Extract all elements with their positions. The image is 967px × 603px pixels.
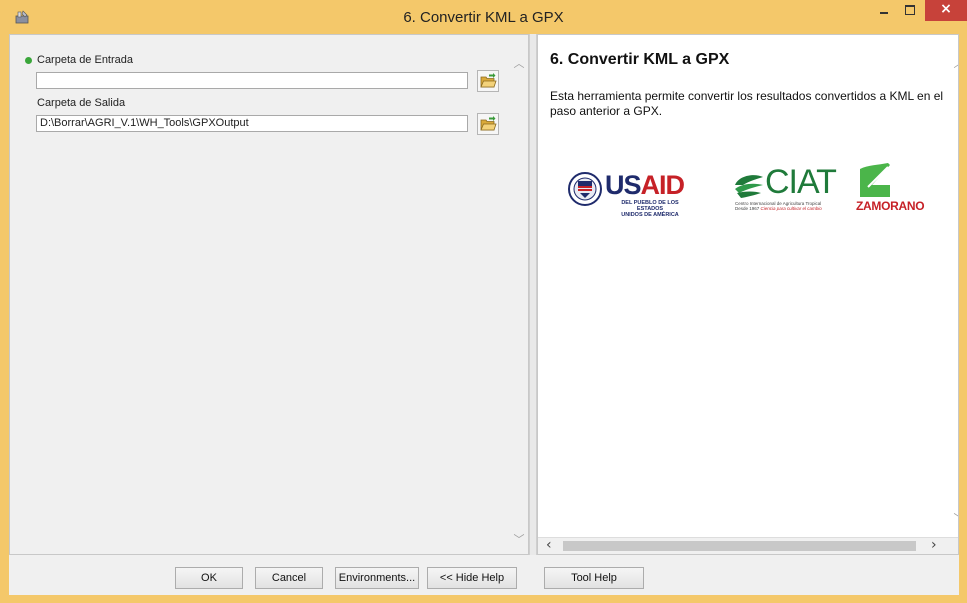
output-folder-label: Carpeta de Salida — [37, 97, 126, 109]
ciat-tagline: Centro Internacional de Agricultura Trop… — [735, 201, 845, 211]
usaid-logo: USAID DEL PUEBLO DE LOS ESTADOS UNIDOS D… — [568, 168, 718, 218]
help-scrollbar[interactable]: ︿ ﹀ — [954, 57, 959, 525]
ciat-tagline-motto: Ciencia para cultivar el cambio — [760, 206, 822, 211]
input-folder-label: Carpeta de Entrada — [37, 54, 134, 66]
ciat-wordmark: CIAT — [765, 163, 837, 201]
help-scroll-down-icon[interactable]: ﹀ — [950, 510, 959, 526]
required-indicator-icon — [25, 57, 32, 64]
output-folder-browse-button[interactable] — [477, 113, 499, 135]
dialog-window: 6. Convertir KML a GPX × Carpeta de Entr… — [0, 0, 967, 603]
scroll-left-icon[interactable]: ‹ — [546, 537, 552, 553]
usaid-tagline-line2: UNIDOS DE AMÉRICA — [621, 212, 679, 218]
output-folder-field[interactable]: D:\Borrar\AGRI_V.1\WH_Tools\GPXOutput — [36, 115, 468, 132]
scroll-right-icon[interactable]: › — [931, 537, 937, 553]
input-folder-field[interactable] — [36, 72, 468, 89]
help-scroll-up-icon[interactable]: ︿ — [950, 55, 959, 71]
help-title: 6. Convertir KML a GPX — [550, 51, 730, 68]
usaid-tagline: DEL PUEBLO DE LOS ESTADOS UNIDOS DE AMÉR… — [610, 200, 690, 218]
dialog-client: Carpeta de Entrada Carpeta de Salida D:\… — [9, 34, 959, 595]
ciat-tagline-since: Desde 1967 — [735, 206, 761, 211]
close-button[interactable]: × — [925, 0, 967, 21]
usaid-wordmark: USAID — [605, 170, 685, 201]
pane-splitter[interactable] — [529, 34, 537, 555]
parameters-pane: Carpeta de Entrada Carpeta de Salida D:\… — [9, 34, 529, 555]
open-folder-icon — [480, 116, 497, 131]
tool-help-button[interactable]: Tool Help — [544, 567, 644, 589]
ciat-tagline-line2: Desde 1967 Ciencia para cultivar el camb… — [735, 206, 845, 211]
maximize-icon — [905, 5, 915, 15]
help-pane: 6. Convertir KML a GPX Esta herramienta … — [537, 34, 959, 555]
hide-help-button[interactable]: << Hide Help — [427, 567, 517, 589]
open-folder-icon — [480, 73, 497, 88]
zamorano-wordmark: ZAMORANO — [856, 199, 925, 213]
zamorano-logo: ZAMORANO — [856, 163, 936, 215]
help-horizontal-scrollbar[interactable]: ‹ › — [538, 537, 958, 554]
environments-button[interactable]: Environments... — [335, 567, 419, 589]
zamorano-emblem-icon — [860, 163, 890, 197]
scroll-down-icon[interactable]: ﹀ — [510, 531, 528, 547]
window-title: 6. Convertir KML a GPX — [403, 9, 564, 26]
button-bar: OK Cancel Environments... << Hide Help T… — [9, 555, 959, 595]
input-folder-browse-button[interactable] — [477, 70, 499, 92]
parameters-scrollbar[interactable]: ︿ ﹀ — [510, 35, 528, 554]
help-description: Esta herramienta permite convertir los r… — [550, 89, 944, 118]
ciat-leaf-icon — [735, 175, 763, 198]
ciat-logo: CIAT Centro Internacional de Agricultura… — [731, 163, 841, 211]
minimize-icon — [880, 12, 888, 14]
usaid-wordmark-aid: AID — [640, 170, 685, 200]
title-bar[interactable]: 6. Convertir KML a GPX × — [0, 0, 967, 34]
usaid-seal-icon — [568, 172, 602, 206]
usaid-tagline-line1: DEL PUEBLO DE LOS ESTADOS — [621, 200, 679, 212]
horizontal-scroll-thumb[interactable] — [563, 541, 916, 551]
scroll-up-icon[interactable]: ︿ — [510, 55, 528, 71]
minimize-button[interactable] — [871, 0, 897, 21]
cancel-button[interactable]: Cancel — [255, 567, 323, 589]
close-icon: × — [940, 1, 952, 17]
usaid-wordmark-us: US — [605, 170, 642, 200]
ok-button[interactable]: OK — [175, 567, 243, 589]
maximize-button[interactable] — [897, 0, 923, 21]
